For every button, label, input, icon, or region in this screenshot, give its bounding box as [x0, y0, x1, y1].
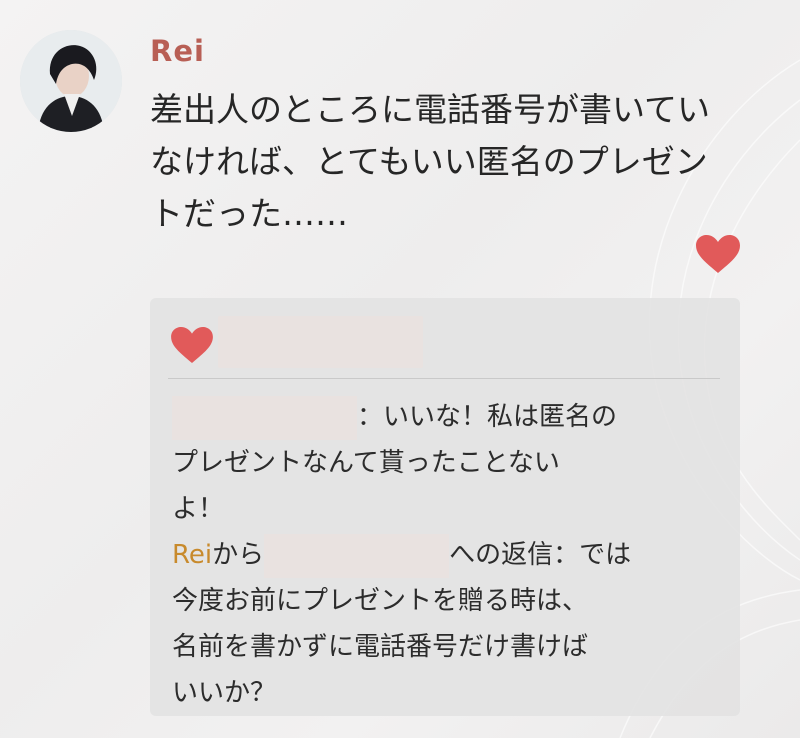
comment-line: よ！ — [172, 494, 225, 524]
reply-text: への返信：では — [449, 540, 632, 570]
comment-line[interactable]: ：いいな！私は匿名の — [172, 394, 732, 440]
divider — [168, 378, 720, 379]
avatar[interactable] — [20, 30, 122, 132]
reply-line: いいか？ — [172, 678, 277, 708]
comment-thread: ：いいな！私は匿名の プレゼントなんて貰ったことない よ！ Reiから への返信：… — [172, 394, 732, 716]
comment-text: ：いいな！私は匿名の — [357, 402, 618, 432]
reply-line[interactable]: Reiから への返信：では — [172, 532, 732, 578]
redacted-reply-target-name — [264, 533, 450, 578]
post-text-line: 差出人のところに電話番号が書いてい — [150, 90, 711, 129]
post-text-line: なければ、とてもいい匿名のプレゼン — [150, 142, 708, 181]
like-heart-icon — [171, 326, 213, 364]
reply-author-name[interactable]: Rei — [172, 540, 212, 570]
post-text: 差出人のところに電話番号が書いてい なければ、とてもいい匿名のプレゼン トだった… — [150, 84, 750, 240]
redacted-liker-name — [218, 316, 423, 368]
like-heart-icon[interactable] — [695, 234, 741, 274]
reply-line: 今度お前にプレゼントを贈る時は、 — [172, 586, 589, 616]
comment-line: プレゼントなんて貰ったことない — [172, 448, 560, 478]
reply-from-text: から — [212, 540, 265, 570]
reply-line: 名前を書かずに電話番号だけ書けば — [172, 632, 589, 662]
post-author-name[interactable]: Rei — [150, 34, 205, 68]
comments-panel: ：いいな！私は匿名の プレゼントなんて貰ったことない よ！ Reiから への返信：… — [150, 298, 740, 716]
avatar-portrait-icon — [20, 30, 122, 132]
post-text-line: トだった…… — [150, 194, 348, 233]
redacted-commenter-name — [172, 395, 357, 440]
